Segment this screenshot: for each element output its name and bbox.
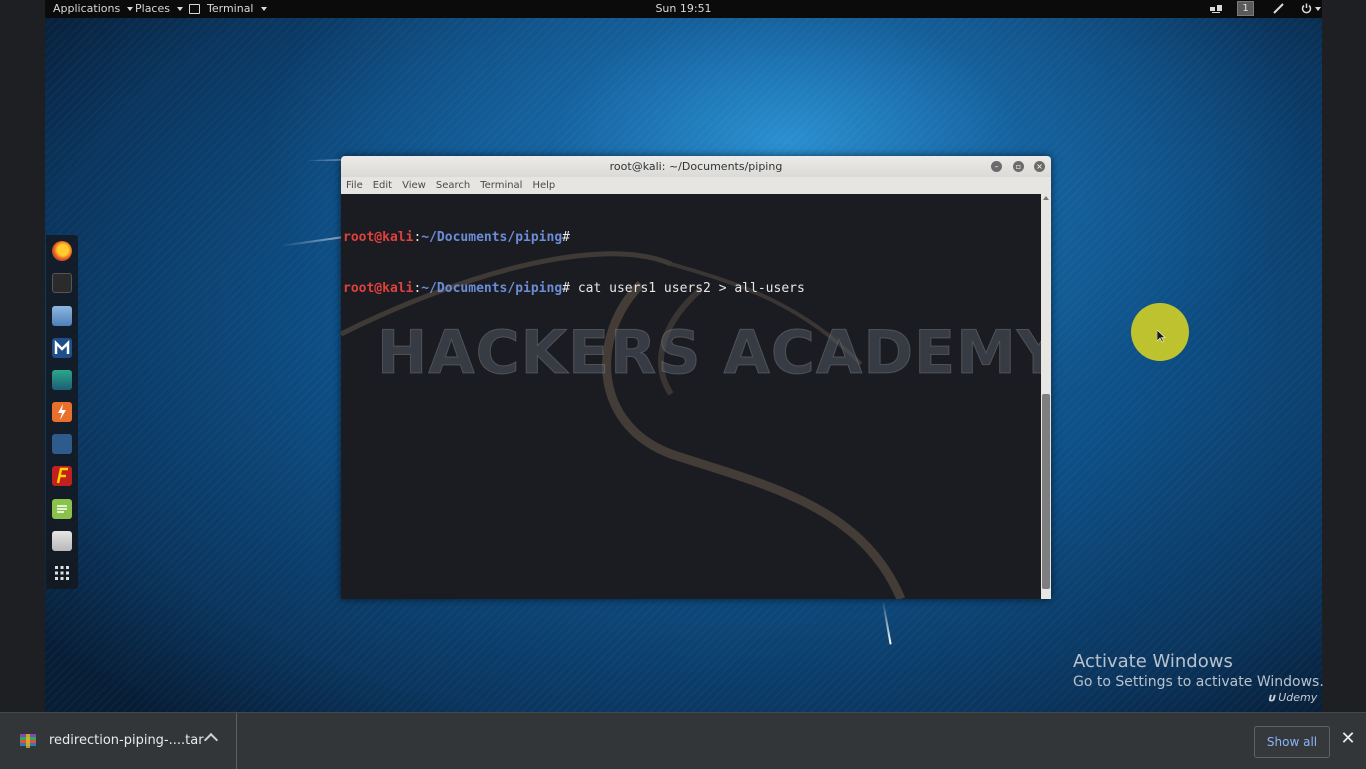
download-filename: redirection-piping-....tar: [49, 733, 204, 748]
maximize-button[interactable]: ▫: [1013, 161, 1024, 172]
close-icon[interactable]: ✕: [1339, 730, 1357, 748]
power-icon: [1301, 3, 1312, 14]
screenshot-icon[interactable]: [52, 531, 72, 551]
terminal-window[interactable]: root@kali: ~/Documents/piping – ▫ × File…: [341, 156, 1051, 599]
terminal-output: root@kali:~/Documents/piping# root@kali:…: [343, 195, 805, 331]
network-icon[interactable]: [1209, 1, 1223, 16]
close-button[interactable]: ×: [1034, 161, 1045, 172]
menu-view[interactable]: View: [397, 177, 431, 194]
maltego-icon[interactable]: [52, 434, 72, 454]
activate-windows-watermark: Activate Windows Go to Settings to activ…: [1073, 651, 1324, 690]
tool-icon[interactable]: [1271, 1, 1285, 16]
notes-icon[interactable]: [52, 499, 72, 519]
menu-search[interactable]: Search: [431, 177, 475, 194]
menu-edit[interactable]: Edit: [368, 177, 397, 194]
workspace-number: 1: [1237, 1, 1254, 16]
minimize-button[interactable]: –: [991, 161, 1002, 172]
caret-down-icon: [1315, 6, 1321, 11]
clock[interactable]: Sun 19:51: [45, 2, 1322, 15]
terminal-line: root@kali:~/Documents/piping#: [343, 230, 570, 245]
download-bar: redirection-piping-....tar Show all ✕: [0, 712, 1366, 769]
terminal-scrollbar[interactable]: [1041, 194, 1051, 599]
workspace-indicator[interactable]: 1: [1237, 1, 1254, 16]
download-item[interactable]: redirection-piping-....tar: [0, 713, 237, 769]
menu-terminal[interactable]: Terminal: [475, 177, 527, 194]
scroll-thumb[interactable]: [1042, 394, 1050, 589]
dock: [46, 235, 78, 589]
activate-title: Activate Windows: [1073, 651, 1233, 672]
udemy-logo: 𝛖 Udemy: [1268, 691, 1317, 705]
terminal-icon[interactable]: [52, 273, 72, 293]
menu-help[interactable]: Help: [527, 177, 560, 194]
burpsuite-icon[interactable]: [52, 402, 72, 422]
terminal-title: root@kali: ~/Documents/piping: [609, 160, 783, 173]
faraday-icon[interactable]: [52, 466, 72, 486]
show-apps-icon[interactable]: [52, 563, 72, 583]
archive-file-icon: [20, 734, 36, 748]
show-all-button[interactable]: Show all: [1254, 726, 1330, 758]
udemy-mark: 𝛖: [1268, 691, 1275, 704]
armitage-icon[interactable]: [52, 370, 72, 390]
mouse-cursor-icon: [1157, 330, 1166, 343]
power-menu[interactable]: [1300, 1, 1322, 16]
terminal-menubar: File Edit View Search Terminal Help: [341, 177, 1051, 195]
menu-file[interactable]: File: [341, 177, 368, 194]
files-icon[interactable]: [52, 306, 72, 326]
metasploit-icon[interactable]: [52, 338, 72, 358]
chevron-up-icon[interactable]: [203, 732, 219, 748]
scroll-up-icon[interactable]: [1043, 196, 1049, 200]
terminal-titlebar[interactable]: root@kali: ~/Documents/piping – ▫ ×: [341, 156, 1051, 177]
activate-subtitle: Go to Settings to activate Windows.: [1073, 674, 1324, 690]
terminal-body[interactable]: HACKERS ACADEMY root@kali:~/Documents/pi…: [341, 194, 1041, 599]
firefox-icon[interactable]: [52, 241, 72, 261]
udemy-label: Udemy: [1278, 691, 1318, 704]
terminal-line: root@kali:~/Documents/piping# cat users1…: [343, 281, 805, 296]
top-panel: Applications Places Terminal Sun 19:51 1: [45, 0, 1322, 18]
